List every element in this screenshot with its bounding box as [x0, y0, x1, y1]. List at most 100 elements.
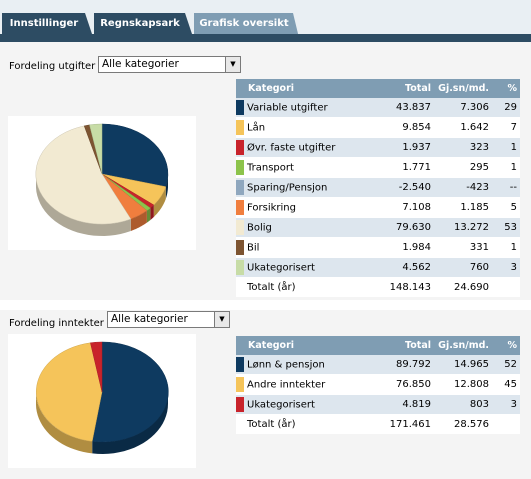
expense-pie-panel: [8, 116, 196, 250]
income-category-select[interactable]: Alle kategorier ▼: [107, 311, 230, 328]
expense-table: Kategori Total Gj.sn/md. % Variable utgi…: [236, 79, 520, 297]
expense-pie-chart: [35, 123, 169, 236]
income-category-select-value: Alle kategorier: [111, 313, 188, 325]
color-swatch: [236, 377, 244, 392]
pct-cell: 52: [492, 355, 520, 375]
category-cell: Bolig: [236, 217, 376, 238]
income-pie-chart: [36, 341, 169, 454]
total-cell: 79.630: [376, 217, 434, 238]
tab-bar: Innstillinger Regnskapsark Grafisk overs…: [0, 0, 531, 42]
total-cell: 4.562: [376, 257, 434, 278]
total-cell: 4.819: [376, 394, 434, 415]
income-table: Kategori Total Gj.sn/md. % Lønn & pensjo…: [236, 336, 520, 434]
total-label: Totalt (år): [236, 414, 376, 434]
table-row: Ukategorisert 4.819 803 3: [236, 394, 520, 415]
total-cell: 89.792: [376, 355, 434, 375]
category-name: Øvr. faste utgifter: [247, 142, 336, 154]
color-swatch: [236, 100, 244, 115]
avg-cell: -423: [434, 177, 492, 198]
avg-cell: 1.185: [434, 197, 492, 218]
tab-innstillinger[interactable]: Innstillinger: [2, 13, 92, 34]
total-sum: 171.461: [376, 414, 434, 434]
color-swatch: [236, 260, 244, 275]
col-gjsnitt: Gj.sn/md.: [434, 79, 492, 98]
expense-category-select[interactable]: Alle kategorier ▼: [98, 56, 241, 73]
avg-cell: 803: [434, 394, 492, 415]
pct-cell: 1: [492, 137, 520, 158]
category-name: Lønn & pensjon: [247, 359, 325, 371]
table-row: Forsikring 7.108 1.185 5: [236, 197, 520, 218]
tab-regnskapsark[interactable]: Regnskapsark: [94, 13, 192, 34]
total-cell: 76.850: [376, 374, 434, 395]
category-cell: Ukategorisert: [236, 257, 376, 278]
pct-cell: --: [492, 177, 520, 198]
category-cell: Transport: [236, 157, 376, 178]
expense-table-header: Kategori Total Gj.sn/md. %: [236, 79, 520, 98]
color-swatch: [236, 200, 244, 215]
total-cell: 1.984: [376, 237, 434, 258]
total-cell: 9.854: [376, 117, 434, 138]
avg-cell: 323: [434, 137, 492, 158]
tab-underline: [0, 34, 531, 42]
table-row: Bil 1.984 331 1: [236, 237, 520, 258]
table-row: Øvr. faste utgifter 1.937 323 1: [236, 137, 520, 158]
chevron-down-icon[interactable]: ▼: [225, 57, 240, 72]
total-avg: 24.690: [434, 277, 492, 297]
category-cell: Sparing/Pensjon: [236, 177, 376, 198]
col-total: Total: [376, 336, 434, 355]
total-avg: 28.576: [434, 414, 492, 434]
category-cell: Bil: [236, 237, 376, 258]
expense-category-select-value: Alle kategorier: [102, 58, 179, 70]
expense-filter-label: Fordeling utgifter: [9, 61, 96, 72]
total-pct: [492, 414, 520, 434]
income-filter-label: Fordeling inntekter: [9, 318, 104, 329]
col-kategori: Kategori: [236, 79, 376, 98]
table-row: Ukategorisert 4.562 760 3: [236, 257, 520, 278]
pct-cell: 5: [492, 197, 520, 218]
pct-cell: 3: [492, 257, 520, 278]
category-cell: Lån: [236, 117, 376, 138]
table-row: Variable utgifter 43.837 7.306 29: [236, 98, 520, 118]
total-cell: 1.937: [376, 137, 434, 158]
total-pct: [492, 277, 520, 297]
avg-cell: 13.272: [434, 217, 492, 238]
total-sum: 148.143: [376, 277, 434, 297]
category-cell: Ukategorisert: [236, 394, 376, 415]
category-name: Ukategorisert: [247, 399, 315, 411]
table-row: Andre inntekter 76.850 12.808 45: [236, 374, 520, 395]
color-swatch: [236, 120, 244, 135]
pct-cell: 1: [492, 157, 520, 178]
avg-cell: 331: [434, 237, 492, 258]
color-swatch: [236, 240, 244, 255]
total-cell: 1.771: [376, 157, 434, 178]
pct-cell: 1: [492, 237, 520, 258]
category-name: Lån: [247, 122, 266, 134]
table-row: Lån 9.854 1.642 7: [236, 117, 520, 138]
chevron-down-icon[interactable]: ▼: [214, 312, 229, 327]
category-cell: Forsikring: [236, 197, 376, 218]
color-swatch: [236, 160, 244, 175]
pct-cell: 3: [492, 394, 520, 415]
col-prosent: %: [492, 79, 520, 98]
income-table-header: Kategori Total Gj.sn/md. %: [236, 336, 520, 355]
pct-cell: 7: [492, 117, 520, 138]
category-name: Forsikring: [247, 202, 296, 214]
pct-cell: 29: [492, 98, 520, 118]
category-name: Transport: [247, 162, 294, 174]
avg-cell: 7.306: [434, 98, 492, 118]
table-row: Sparing/Pensjon -2.540 -423 --: [236, 177, 520, 198]
table-row: Transport 1.771 295 1: [236, 157, 520, 178]
total-row: Totalt (år) 148.143 24.690: [236, 277, 520, 297]
total-label: Totalt (år): [236, 277, 376, 297]
col-kategori: Kategori: [236, 336, 376, 355]
col-gjsnitt: Gj.sn/md.: [434, 336, 492, 355]
category-name: Bil: [247, 242, 260, 254]
color-swatch: [236, 140, 244, 155]
category-name: Ukategorisert: [247, 262, 315, 274]
color-swatch: [236, 397, 244, 412]
avg-cell: 1.642: [434, 117, 492, 138]
total-cell: 43.837: [376, 98, 434, 118]
color-swatch: [236, 180, 244, 195]
pct-cell: 53: [492, 217, 520, 238]
total-cell: 7.108: [376, 197, 434, 218]
